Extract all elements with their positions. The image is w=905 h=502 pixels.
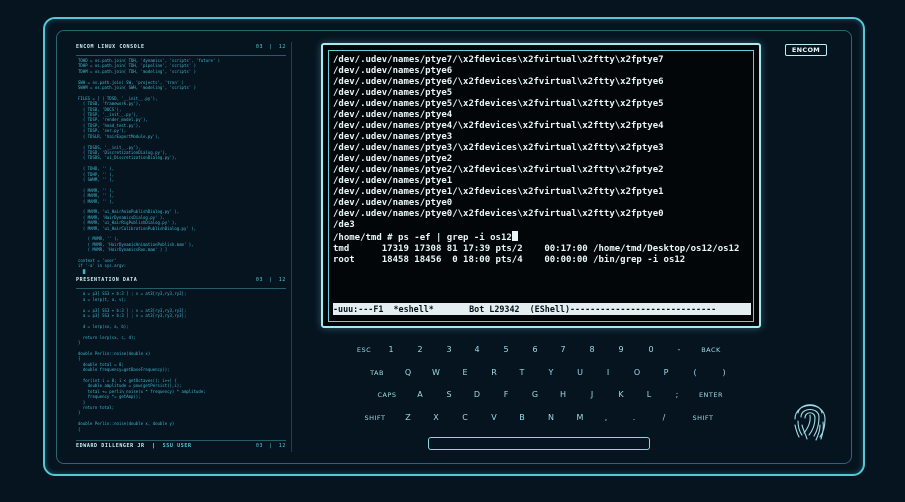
key-2[interactable]: 2 <box>405 345 435 355</box>
key-4[interactable]: 4 <box>462 345 492 355</box>
key-a[interactable]: A <box>405 390 435 400</box>
process-line: tmd 17319 17308 81 17:39 pts/2 00:17:00 … <box>333 244 740 254</box>
key-z[interactable]: Z <box>393 413 423 423</box>
key-6[interactable]: 6 <box>520 345 550 355</box>
key-c[interactable]: C <box>450 413 480 423</box>
code-line: █ <box>78 268 86 274</box>
presentation-code-block: a = p3[ SS3 + b:3 ] ; v = at3[ry3,ry3,ry… <box>78 286 278 432</box>
key-back[interactable]: BACK <box>691 345 731 355</box>
key-y[interactable]: Y <box>536 368 566 378</box>
footer-user: EDWARD DILLENGER JR | SSU USER <box>76 443 192 449</box>
terminal-line: /dev/.udev/names/ptye3/\x2fdevices\x2fvi… <box>333 143 664 153</box>
prompt-command: /home/tmd # ps -ef | grep -i os12 <box>333 233 512 243</box>
presentation-section-pager: 03 | 12 <box>255 277 286 283</box>
terminal-prompt-line[interactable]: /home/tmd # ps -ef | grep -i os12 <box>333 231 751 244</box>
footer-pager: 03 | 12 <box>255 443 286 449</box>
key-tab[interactable]: TAB <box>357 368 397 378</box>
console-section-pager: 03 | 12 <box>255 44 286 50</box>
terminal-line: /dev/.udev/names/ptye4/\x2fdevices\x2fvi… <box>333 121 664 131</box>
fingerprint-icon[interactable] <box>790 395 830 445</box>
encom-logo: ENCOM <box>785 44 827 56</box>
key-w[interactable]: W <box>421 368 451 378</box>
key-g[interactable]: G <box>520 390 550 400</box>
console-code-block: TOHD = os.path.join( TDH, 'dynamics', 's… <box>78 58 278 274</box>
key-t[interactable]: T <box>507 368 537 378</box>
terminal-line: /dev/.udev/names/ptye3 <box>333 132 453 142</box>
terminal-line: /dev/.udev/names/ptye5 <box>333 88 453 98</box>
key-i[interactable]: I <box>593 368 623 378</box>
terminal-viewport[interactable]: /dev/.udev/names/ptye7/\x2fdevices\x2fvi… <box>328 50 754 322</box>
terminal-line: /dev/.udev/names/ptye4 <box>333 110 453 120</box>
key-enter[interactable]: ENTER <box>691 390 731 400</box>
terminal-line: /dev/.udev/names/ptye6 <box>333 66 453 76</box>
key-d[interactable]: D <box>462 390 492 400</box>
key-7[interactable]: 7 <box>548 345 578 355</box>
terminal-output[interactable]: /dev/.udev/names/ptye7/\x2fdevices\x2fvi… <box>333 55 751 266</box>
key-r[interactable]: R <box>479 368 509 378</box>
key-0[interactable]: 0 <box>636 345 666 355</box>
console-section-title: ENCOM LINUX CONSOLE <box>76 44 145 50</box>
key-x[interactable]: X <box>421 413 451 423</box>
process-line: root 18458 18456 0 18:00 pts/4 00:00:00 … <box>333 255 686 265</box>
key-comma[interactable]: , <box>591 413 621 423</box>
key-s[interactable]: S <box>434 390 464 400</box>
terminal-line: /dev/.udev/names/ptye2/\x2fdevices\x2fvi… <box>333 165 664 175</box>
console-side-panel: ENCOM LINUX CONSOLE 03 | 12 TOHD = os.path… <box>76 42 292 452</box>
key-o[interactable]: O <box>622 368 652 378</box>
key-minus[interactable]: - <box>664 345 694 355</box>
key-v[interactable]: V <box>479 413 509 423</box>
key-slash[interactable]: / <box>649 413 679 423</box>
key-l[interactable]: L <box>634 390 664 400</box>
key-9[interactable]: 9 <box>606 345 636 355</box>
key-shift[interactable]: SHIFT <box>683 413 723 423</box>
key-u[interactable]: U <box>565 368 595 378</box>
terminal-line: /dev/.udev/names/ptye6/\x2fdevices\x2fvi… <box>333 77 664 87</box>
key-b[interactable]: B <box>507 413 537 423</box>
key-j[interactable]: J <box>577 390 607 400</box>
terminal-line: /dev/.udev/names/ptye1 <box>333 176 453 186</box>
key-f[interactable]: F <box>491 390 521 400</box>
terminal-line: /dev/.udev/names/ptye0 <box>333 198 453 208</box>
terminal-screen[interactable]: /dev/.udev/names/ptye7/\x2fdevices\x2fvi… <box>321 43 761 328</box>
console-section-header: ENCOM LINUX CONSOLE 03 | 12 <box>76 44 286 56</box>
terminal-line: /dev/.udev/names/ptye1/\x2fdevices\x2fvi… <box>333 187 664 197</box>
terminal-line: /dev/.udev/names/ptye0/\x2fdevices\x2fvi… <box>333 209 664 219</box>
code-line: { <box>78 426 81 432</box>
key-caps[interactable]: CAPS <box>367 390 407 400</box>
key-rparen[interactable]: ) <box>709 368 739 378</box>
key-semicolon[interactable]: ; <box>662 390 692 400</box>
space-bar-key[interactable] <box>428 437 650 450</box>
terminal-line: /dev/.udev/names/ptye7/\x2fdevices\x2fvi… <box>333 55 664 65</box>
key-n[interactable]: N <box>536 413 566 423</box>
key-period[interactable]: . <box>619 413 649 423</box>
terminal-line: /dev/.udev/names/ptye2 <box>333 154 453 164</box>
key-shift[interactable]: SHIFT <box>355 413 395 423</box>
key-lparen[interactable]: ( <box>680 368 710 378</box>
emacs-modeline: -uuu:---F1 *eshell* Bot L29342 (EShell)-… <box>333 303 751 315</box>
panel-footer: EDWARD DILLENGER JR | SSU USER 03 | 12 <box>76 440 286 454</box>
key-1[interactable]: 1 <box>376 345 406 355</box>
key-5[interactable]: 5 <box>491 345 521 355</box>
terminal-line: /de3 <box>333 220 355 230</box>
text-cursor <box>511 231 518 241</box>
key-q[interactable]: Q <box>393 368 423 378</box>
key-e[interactable]: E <box>450 368 480 378</box>
key-h[interactable]: H <box>548 390 578 400</box>
key-p[interactable]: P <box>651 368 681 378</box>
terminal-line: /dev/.udev/names/ptye5/\x2fdevices\x2fvi… <box>333 99 664 109</box>
presentation-section-title: PRESENTATION DATA <box>76 277 138 283</box>
key-3[interactable]: 3 <box>434 345 464 355</box>
key-k[interactable]: K <box>606 390 636 400</box>
key-8[interactable]: 8 <box>577 345 607 355</box>
